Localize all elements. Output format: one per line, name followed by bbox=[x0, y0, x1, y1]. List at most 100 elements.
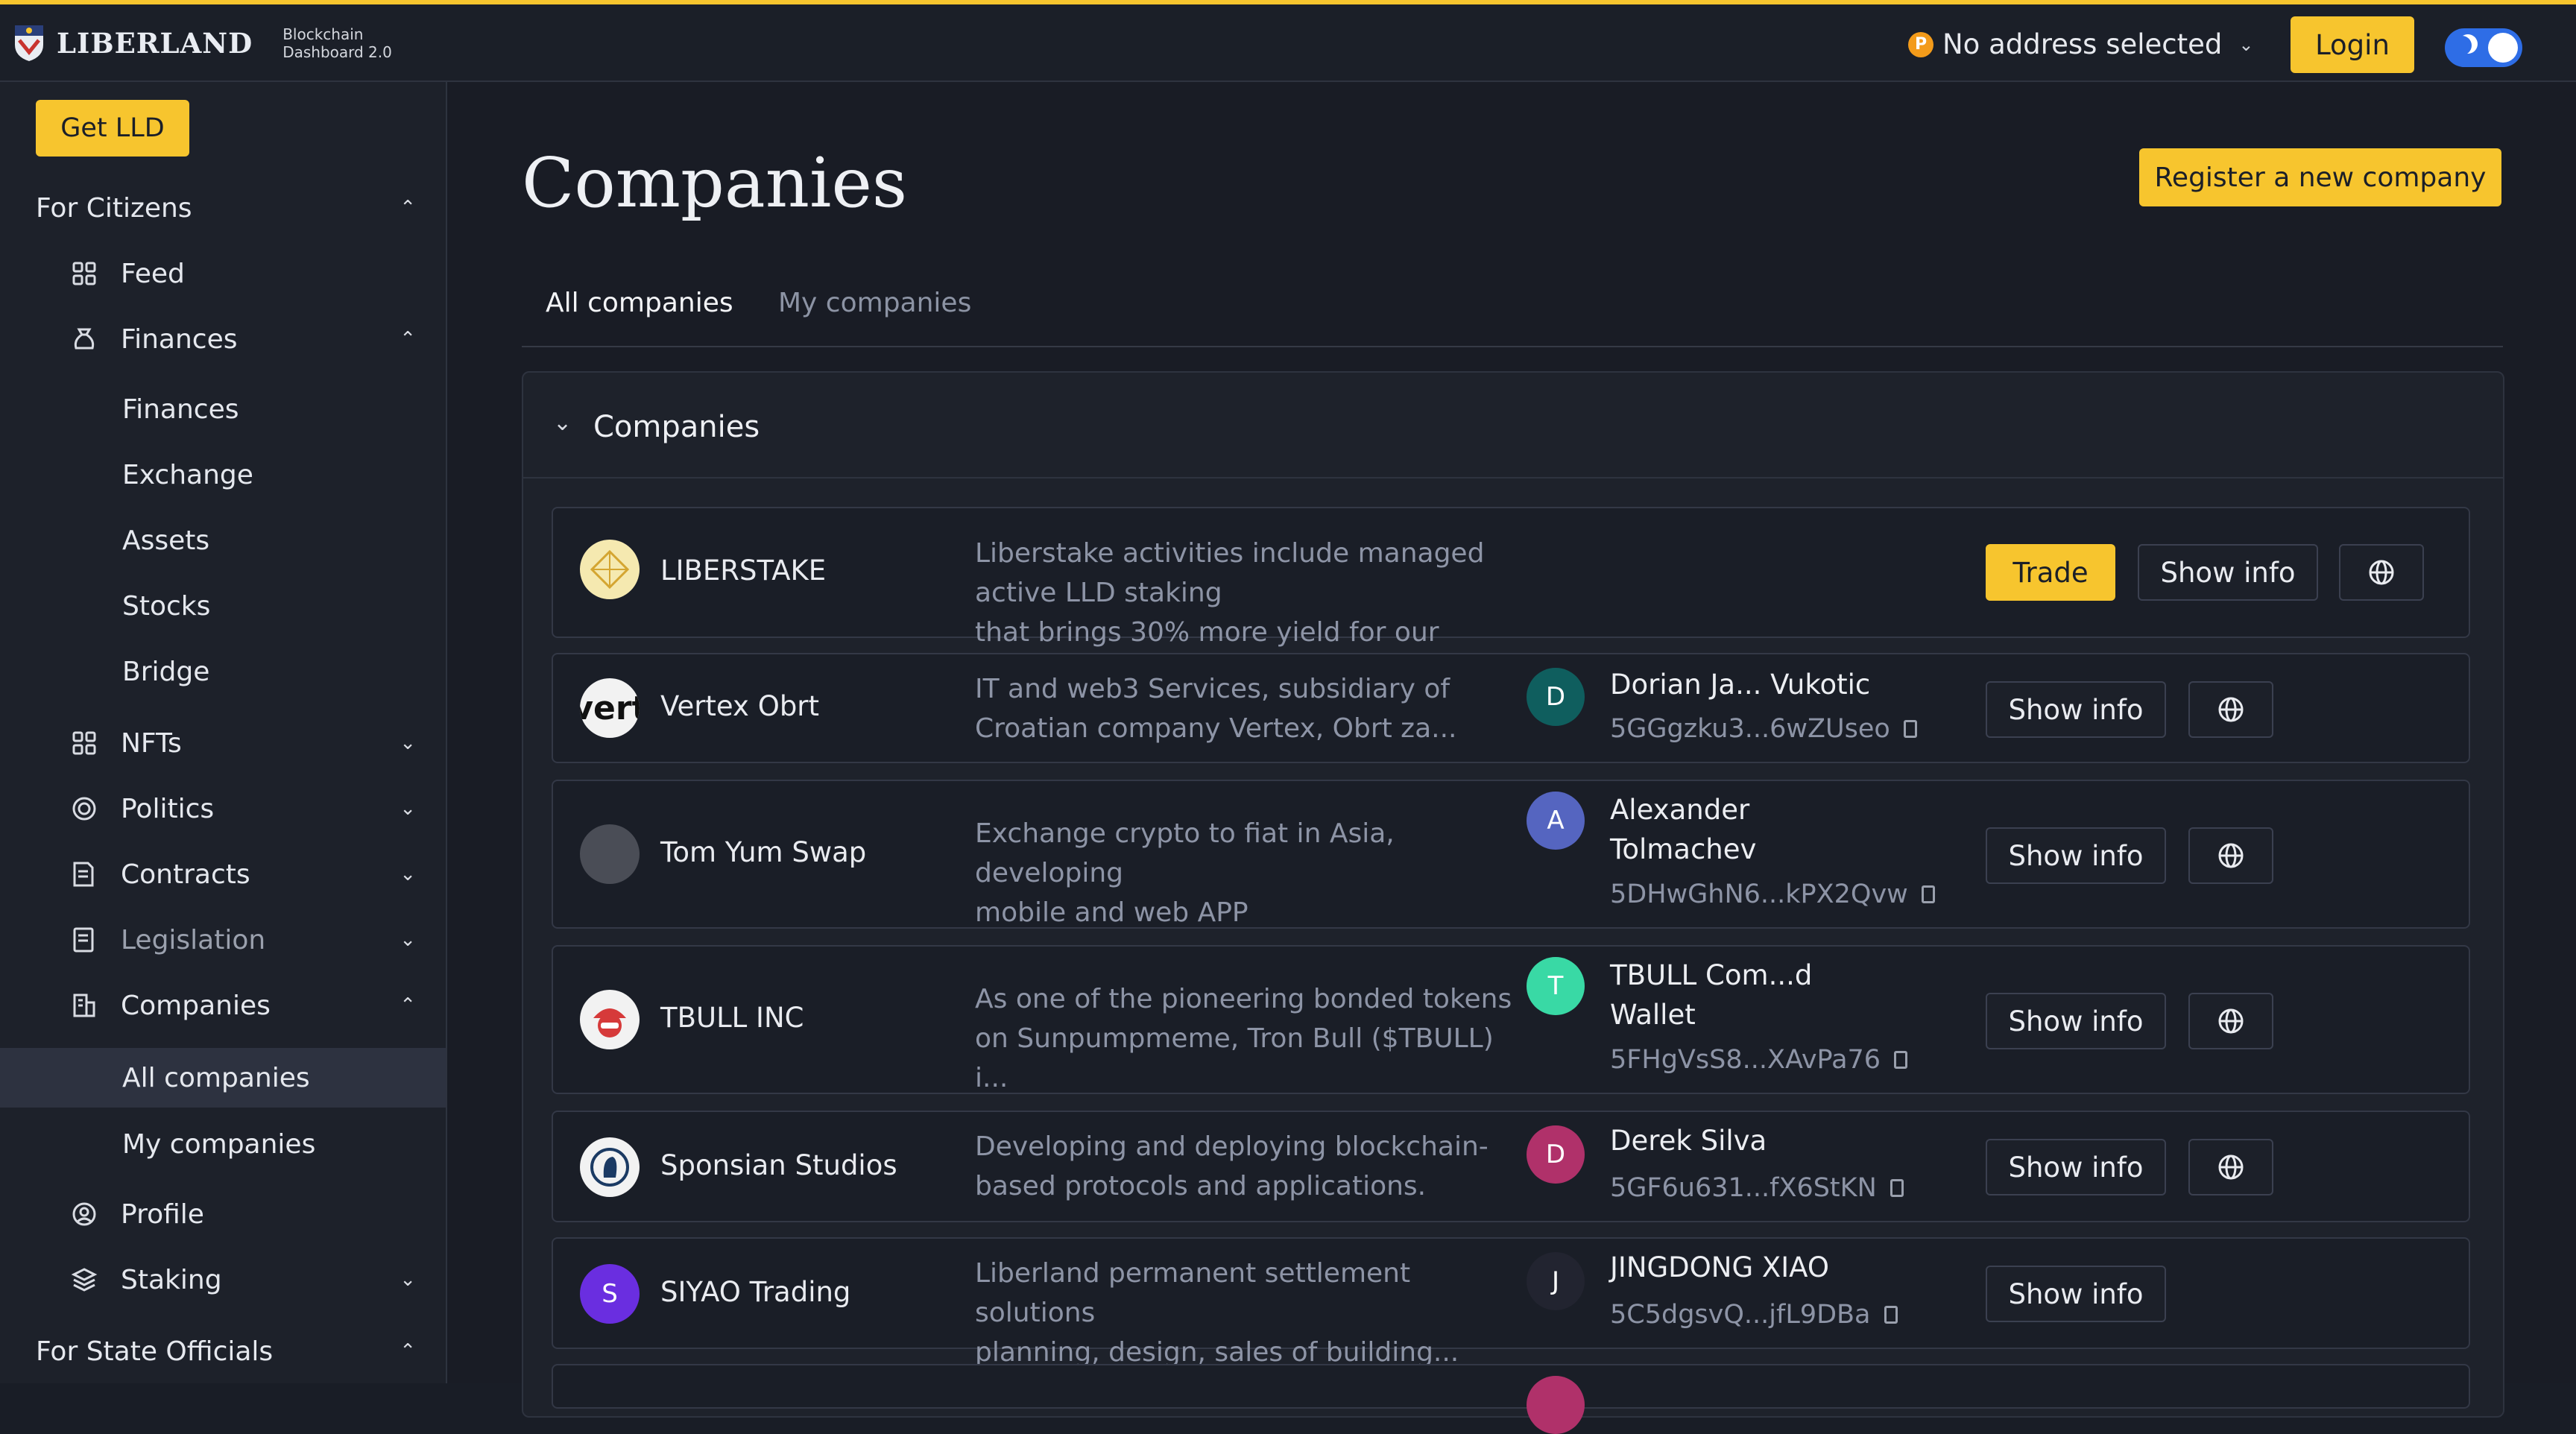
sidebar-item-label: Profile bbox=[121, 1198, 204, 1230]
sidebar-item-contracts[interactable]: Contracts ⌄ bbox=[0, 851, 446, 897]
grid-icon bbox=[70, 259, 98, 288]
chevron-up-icon: ⌃ bbox=[400, 197, 416, 219]
company-description: IT and web3 Services, subsidiary of Croa… bbox=[975, 669, 1519, 748]
sidebar-item-label: Staking bbox=[121, 1264, 222, 1295]
trade-button[interactable]: Trade bbox=[1986, 544, 2115, 601]
globe-icon bbox=[2369, 560, 2394, 585]
copy-icon[interactable] bbox=[1903, 720, 1917, 738]
description-line: on Sunpumpmeme, Tron Bull ($TBULL) i... bbox=[975, 1023, 1494, 1093]
owner-address[interactable]: 5C5dgsvQ...jfL9DBa bbox=[1610, 1300, 1898, 1330]
brand[interactable]: LIBERLAND Blockchain Dashboard 2.0 bbox=[13, 24, 392, 63]
sidebar-subitem-stocks[interactable]: Stocks bbox=[0, 583, 446, 629]
company-row: LIBERSTAKE Liberstake activities include… bbox=[552, 507, 2470, 687]
login-button[interactable]: Login bbox=[2291, 16, 2414, 73]
sidebar-section-label: For Citizens bbox=[36, 192, 192, 224]
sidebar-item-finances[interactable]: Finances ⌃ bbox=[0, 316, 446, 362]
description-line: Croatian company Vertex, Obrt za... bbox=[975, 713, 1457, 744]
polkadot-coin-icon: P bbox=[1908, 31, 1933, 57]
sidebar-subitem-all-companies[interactable]: All companies bbox=[0, 1048, 446, 1108]
copy-icon[interactable] bbox=[1890, 1179, 1904, 1197]
show-info-button[interactable]: Show info bbox=[2138, 544, 2318, 601]
show-info-button[interactable]: Show info bbox=[1986, 993, 2166, 1049]
description-line: mobile and web APP bbox=[975, 897, 1248, 928]
sidebar-item-legislation[interactable]: Legislation ⌄ bbox=[0, 917, 446, 963]
owner-name: Derek Silva bbox=[1610, 1125, 1767, 1157]
company-row: vert Vertex Obrt IT and web3 Services, s… bbox=[552, 653, 2470, 763]
company-row: Sponsian Studios Developing and deployin… bbox=[552, 1111, 2470, 1222]
owner-address-text: 5C5dgsvQ...jfL9DBa bbox=[1610, 1300, 1871, 1330]
sidebar-item-label: All companies bbox=[122, 1062, 310, 1093]
sidebar-section-for-state-officials[interactable]: For State Officials ⌃ bbox=[0, 1328, 446, 1374]
register-company-button[interactable]: Register a new company bbox=[2139, 148, 2501, 206]
owner-avatar bbox=[1527, 1376, 1585, 1434]
sidebar-section-for-citizens[interactable]: For Citizens ⌃ bbox=[0, 185, 446, 231]
chevron-down-icon: ⌄ bbox=[400, 732, 416, 754]
globe-icon bbox=[2218, 843, 2244, 868]
sidebar-item-nfts[interactable]: NFTs ⌄ bbox=[0, 720, 446, 766]
sidebar-item-label: Bridge bbox=[122, 656, 210, 687]
copy-icon[interactable] bbox=[1884, 1306, 1898, 1324]
sidebar-item-politics[interactable]: Politics ⌄ bbox=[0, 786, 446, 832]
company-description: As one of the pioneering bonded tokens o… bbox=[975, 979, 1519, 1098]
copy-icon[interactable] bbox=[1921, 885, 1935, 903]
owner-name-line: Wallet bbox=[1610, 999, 1696, 1031]
show-info-button[interactable]: Show info bbox=[1986, 681, 2166, 738]
sidebar-subitem-exchange[interactable]: Exchange bbox=[0, 452, 446, 498]
website-button[interactable] bbox=[2188, 1139, 2273, 1195]
owner-avatar: A bbox=[1527, 792, 1585, 850]
tab-my-companies[interactable]: My companies bbox=[778, 288, 971, 318]
company-name: TBULL INC bbox=[660, 1002, 804, 1034]
contract-icon bbox=[70, 860, 98, 888]
copy-icon[interactable] bbox=[1894, 1051, 1908, 1069]
sidebar-item-label: Feed bbox=[121, 258, 185, 289]
owner-address[interactable]: 5GGgzku3...6wZUseo bbox=[1610, 714, 1917, 744]
show-info-button[interactable]: Show info bbox=[1986, 827, 2166, 884]
theme-toggle[interactable] bbox=[2445, 28, 2522, 67]
address-selector[interactable]: P No address selected ⌄ bbox=[1908, 28, 2254, 60]
sidebar-item-label: Assets bbox=[122, 525, 210, 556]
brand-subtitle: Blockchain Dashboard 2.0 bbox=[282, 25, 392, 61]
sidebar-item-profile[interactable]: Profile bbox=[0, 1191, 446, 1237]
website-button[interactable] bbox=[2188, 827, 2273, 884]
sidebar-item-label: Contracts bbox=[121, 859, 250, 890]
sidebar-item-label: Finances bbox=[122, 394, 239, 425]
owner-address-text: 5GF6u631...fX6StKN bbox=[1610, 1173, 1877, 1203]
sidebar-item-label: Exchange bbox=[122, 459, 253, 490]
politics-seal-icon bbox=[70, 795, 98, 823]
description-line: Exchange crypto to fiat in Asia, develop… bbox=[975, 818, 1395, 888]
owner-name: JINGDONG XIAO bbox=[1610, 1251, 1829, 1283]
show-info-button[interactable]: Show info bbox=[1986, 1266, 2166, 1322]
sidebar-item-label: Legislation bbox=[121, 924, 266, 956]
building-icon bbox=[70, 991, 98, 1020]
company-description: Liberland permanent settlement solutions… bbox=[975, 1254, 1519, 1372]
chevron-down-icon: ⌄ bbox=[400, 797, 416, 820]
website-button[interactable] bbox=[2339, 544, 2424, 601]
sidebar-subitem-my-companies[interactable]: My companies bbox=[0, 1121, 446, 1167]
sidebar-subitem-assets[interactable]: Assets bbox=[0, 517, 446, 563]
owner-address-text: 5GGgzku3...6wZUseo bbox=[1610, 714, 1890, 744]
sidebar-subitem-bridge[interactable]: Bridge bbox=[0, 648, 446, 695]
sidebar-item-label: Stocks bbox=[122, 590, 211, 622]
owner-address[interactable]: 5GF6u631...fX6StKN bbox=[1610, 1173, 1904, 1203]
website-button[interactable] bbox=[2188, 993, 2273, 1049]
sidebar-item-companies[interactable]: Companies ⌃ bbox=[0, 982, 446, 1029]
owner-address[interactable]: 5DHwGhN6...kPX2Qvw bbox=[1610, 879, 1935, 909]
chevron-down-icon: ⌄ bbox=[553, 410, 572, 436]
show-info-button[interactable]: Show info bbox=[1986, 1139, 2166, 1195]
brand-subtitle-line-1: Blockchain bbox=[282, 25, 364, 43]
tab-all-companies[interactable]: All companies bbox=[546, 288, 733, 318]
company-logo bbox=[580, 540, 640, 599]
sidebar-item-staking[interactable]: Staking ⌄ bbox=[0, 1257, 446, 1303]
company-logo: vert bbox=[580, 678, 640, 738]
website-button[interactable] bbox=[2188, 681, 2273, 738]
globe-icon bbox=[2218, 1008, 2244, 1034]
owner-name-line: Tolmachev bbox=[1610, 833, 1757, 865]
owner-avatar: J bbox=[1527, 1252, 1585, 1310]
owner-address[interactable]: 5FHgVsS8...XAvPa76 bbox=[1610, 1045, 1908, 1075]
panel-header[interactable]: ⌄ Companies bbox=[523, 373, 2503, 478]
get-lld-button[interactable]: Get LLD bbox=[36, 100, 189, 157]
owner-name: Alexander Tolmachev bbox=[1610, 790, 1893, 869]
sidebar-item-feed[interactable]: Feed bbox=[0, 250, 446, 297]
sidebar-subitem-finances[interactable]: Finances bbox=[0, 386, 446, 432]
layers-icon bbox=[70, 1266, 98, 1294]
